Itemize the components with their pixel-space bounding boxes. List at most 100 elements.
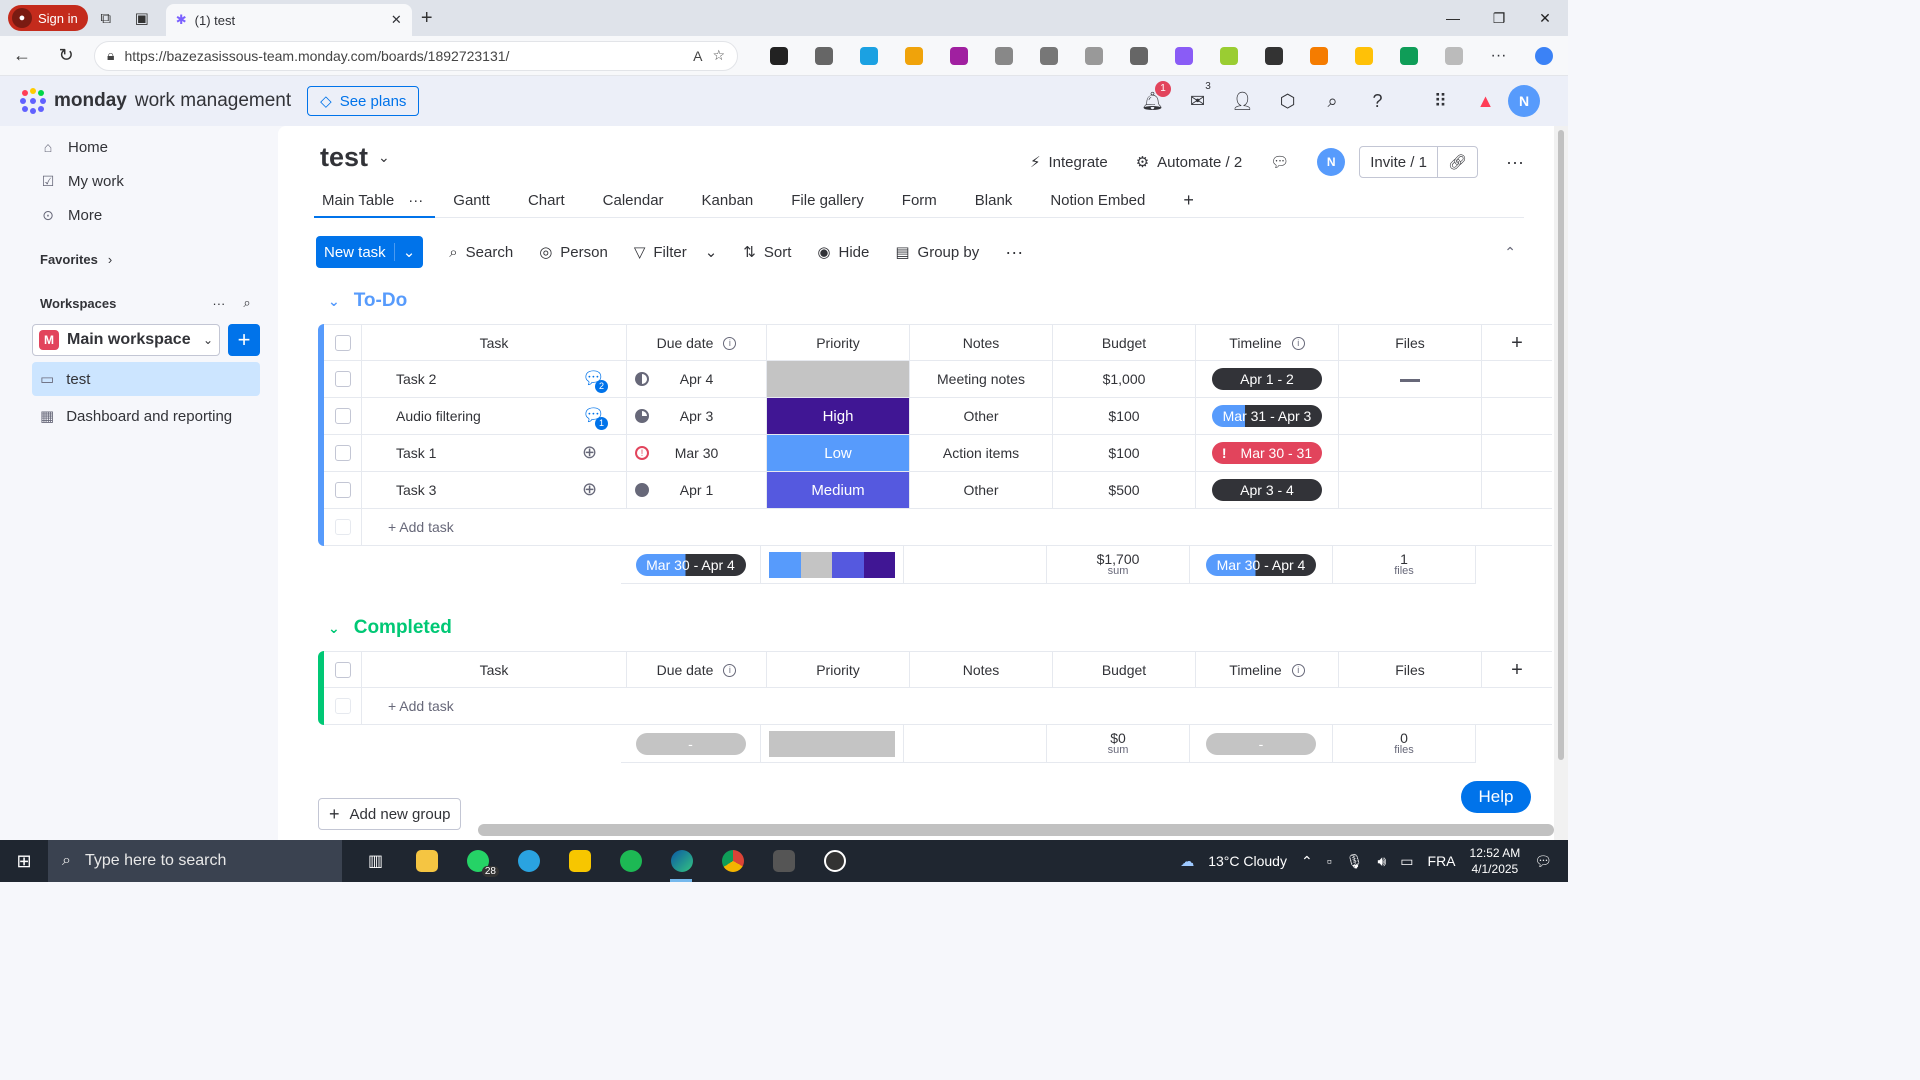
group-header-todo[interactable]: ⌄ To-Do (328, 290, 407, 312)
files-cell[interactable]: ▬▬ (1339, 361, 1482, 397)
chevron-up-icon[interactable]: ⌃ (1301, 853, 1313, 870)
info-icon[interactable]: i (723, 336, 737, 350)
telegram-icon[interactable] (503, 840, 554, 882)
minimize-icon[interactable]: — (1430, 10, 1476, 27)
board-menu-icon[interactable]: ··· (1506, 152, 1524, 173)
add-update-icon[interactable]: ⊕ (582, 479, 604, 501)
budget-cell[interactable]: $100 (1053, 435, 1196, 471)
column-header-due-date[interactable]: Due date i (627, 652, 767, 688)
extension-7-icon[interactable] (1026, 46, 1071, 65)
tab-main-table[interactable]: Main Table ··· (314, 186, 436, 218)
taskbar-search[interactable]: ⌕ Type here to search (48, 840, 342, 882)
column-header-budget[interactable]: Budget (1053, 325, 1196, 361)
edge-browser-icon[interactable] (656, 840, 707, 882)
close-tab-icon[interactable]: ✕ (391, 12, 402, 28)
sidebar-item-my-work[interactable]: ☑ My work (0, 164, 277, 198)
chevron-down-icon[interactable]: ⌄ (705, 243, 718, 261)
invite-members-icon[interactable]: 👤︎ (1220, 91, 1265, 112)
tab-calendar[interactable]: Calendar (595, 186, 684, 218)
browser-tab-active[interactable]: ✱ (1) test ✕ (165, 4, 412, 36)
extension-14-icon[interactable] (1341, 46, 1386, 65)
row-checkbox[interactable] (324, 435, 362, 471)
info-icon[interactable]: i (1291, 663, 1305, 677)
notes-cell[interactable]: Other (910, 398, 1053, 434)
extension-5-icon[interactable] (936, 46, 981, 65)
automate-button[interactable]: ⚙ Automate / 2 (1136, 153, 1243, 172)
task-cell[interactable]: Audio filtering 💬︎ 1 (362, 398, 627, 434)
close-window-icon[interactable]: ✕ (1522, 10, 1568, 27)
notes-cell[interactable]: Other (910, 472, 1053, 508)
search-icon[interactable]: ⌕ (1310, 91, 1355, 112)
help-icon[interactable]: ? (1355, 91, 1400, 112)
board-member-avatar[interactable]: N (1317, 148, 1346, 176)
workspace-search-icon[interactable]: ⌕ (243, 295, 250, 311)
add-update-icon[interactable]: ⊕ (582, 442, 604, 464)
davinci-resolve-icon[interactable] (758, 840, 809, 882)
add-to-workspace-button[interactable]: + (228, 324, 260, 356)
updates-icon[interactable]: 💬︎ 1 (582, 405, 608, 430)
timeline-cell[interactable]: Mar 31 - Apr 3 (1196, 398, 1339, 434)
updates-icon[interactable]: 💬︎ 2 (582, 368, 608, 393)
read-aloud-icon[interactable]: A (693, 48, 702, 64)
weather-text[interactable]: 13°C Cloudy (1208, 853, 1287, 869)
extension-4-icon[interactable] (891, 46, 936, 65)
tab-notion-embed[interactable]: Notion Embed (1042, 186, 1165, 218)
task-cell[interactable]: Task 2 💬︎ 2 (362, 361, 627, 397)
files-cell[interactable] (1339, 398, 1482, 434)
hide-button[interactable]: ◉ Hide (817, 243, 869, 262)
notes-cell[interactable]: Action items (910, 435, 1053, 471)
extension-15-icon[interactable] (1386, 46, 1431, 65)
user-avatar[interactable]: N (1508, 85, 1540, 117)
tab-blank[interactable]: Blank (967, 186, 1033, 218)
budget-cell[interactable]: $100 (1053, 398, 1196, 434)
restore-icon[interactable]: ❐ (1476, 10, 1522, 27)
board-title[interactable]: test ⌄ (320, 142, 390, 173)
apps-puzzle-icon[interactable]: ⬡ (1265, 91, 1310, 112)
column-header-task[interactable]: Task (362, 325, 627, 361)
column-header-files[interactable]: Files (1339, 652, 1482, 688)
priority-cell[interactable]: Medium (767, 472, 910, 508)
budget-cell[interactable]: $500 (1053, 472, 1196, 508)
copy-link-icon[interactable]: 🔗︎ (1436, 147, 1477, 177)
due-date-cell[interactable]: ! Mar 30 (627, 435, 767, 471)
task-cell[interactable]: Task 3 ⊕ (362, 472, 627, 508)
file-explorer-icon[interactable] (401, 840, 452, 882)
help-button[interactable]: Help (1461, 781, 1531, 813)
column-header-notes[interactable]: Notes (910, 325, 1053, 361)
chevron-down-icon[interactable]: ⌄ (328, 620, 340, 637)
monday-products-icon[interactable]: ▲ (1463, 91, 1508, 112)
favorite-star-icon[interactable]: ☆ (712, 47, 725, 64)
files-cell[interactable] (1339, 435, 1482, 471)
tab-gantt[interactable]: Gantt (445, 186, 510, 218)
see-plans-button[interactable]: ◇ See plans (307, 86, 420, 116)
column-header-priority[interactable]: Priority (767, 652, 910, 688)
volume-icon[interactable]: 🔊︎ (1377, 853, 1386, 870)
info-icon[interactable]: i (723, 663, 737, 677)
updates-button[interactable]: 💬︎ (1270, 153, 1289, 171)
column-header-budget[interactable]: Budget (1053, 652, 1196, 688)
files-cell[interactable] (1339, 472, 1482, 508)
horizontal-scrollbar[interactable] (478, 824, 1554, 836)
inbox-icon[interactable]: ✉ 3 (1175, 81, 1220, 112)
column-header-priority[interactable]: Priority (767, 325, 910, 361)
info-icon[interactable]: i (1291, 336, 1305, 350)
person-filter-button[interactable]: ◎ Person (539, 243, 608, 262)
screen-recorder-icon[interactable] (809, 840, 860, 882)
notes-app-icon[interactable] (554, 840, 605, 882)
sidebar-item-home[interactable]: ⌂ Home (0, 130, 277, 164)
network-icon[interactable]: ▭ (1400, 853, 1413, 870)
workspace-selector[interactable]: M Main workspace ⌄ (32, 324, 220, 356)
url-field[interactable]: 🔒︎ https://bazezasissous-team.monday.com… (94, 40, 738, 71)
task-cell[interactable]: Task 1 ⊕ (362, 435, 627, 471)
extension-3-icon[interactable] (846, 46, 891, 65)
clock[interactable]: 12:52 AM 4/1/2025 (1470, 845, 1521, 877)
invite-button[interactable]: Invite / 1 🔗︎ (1359, 146, 1479, 178)
extension-10-icon[interactable] (1161, 46, 1206, 65)
filter-button[interactable]: ▽ Filter ⌄ (634, 243, 718, 262)
notifications-icon[interactable]: 💬︎ (1534, 853, 1552, 870)
column-header-timeline[interactable]: Timeline i (1196, 325, 1339, 361)
vertical-scrollbar[interactable] (1554, 126, 1568, 840)
tab-form[interactable]: Form (894, 186, 957, 218)
back-icon[interactable]: ← (0, 45, 44, 66)
extension-2-icon[interactable] (801, 46, 846, 65)
